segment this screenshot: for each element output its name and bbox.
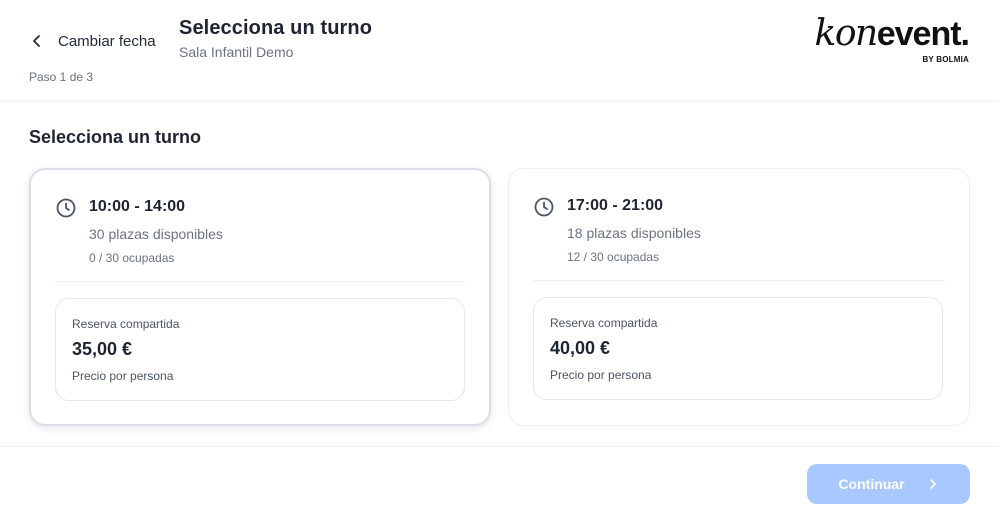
shift-availability: 18 plazas disponibles (567, 225, 701, 241)
price-value: 35,00 € (72, 339, 133, 359)
logo-byline: BY BOLMIA (922, 55, 969, 64)
shift-occupancy: 0 / 30 ocupadas (89, 251, 175, 265)
price-box: Reserva compartida 35,00 € Precio por pe… (55, 298, 465, 401)
shift-availability: 30 plazas disponibles (89, 226, 223, 242)
page-title: Selecciona un turno (179, 17, 373, 39)
price-value: 40,00 € (550, 338, 611, 358)
section-title: Selecciona un turno (29, 127, 202, 147)
title-block: Selecciona un turno Sala Infantil Demo (179, 17, 372, 60)
shift-card-2[interactable]: 17:00 - 21:00 18 plazas disponibles 12 /… (508, 168, 970, 426)
page-subtitle: Sala Infantil Demo (179, 44, 294, 60)
chevron-left-icon (33, 35, 40, 47)
price-box: Reserva compartida 40,00 € Precio por pe… (533, 297, 943, 400)
konevent-logo: konevent. BY BOLMIA (807, 13, 970, 68)
footer-divider (0, 446, 999, 447)
app-root: Cambiar fecha Selecciona un turno Sala I… (0, 0, 999, 521)
step-indicator: Paso 1 de 3 (29, 70, 94, 84)
divider (533, 280, 945, 281)
continue-button-label: Continuar (838, 476, 905, 492)
continue-button[interactable]: Continuar (807, 464, 970, 504)
shift-card-1[interactable]: 10:00 - 14:00 30 plazas disponibles 0 / … (29, 168, 491, 426)
back-button-label: Cambiar fecha (58, 32, 156, 50)
shift-occupancy: 12 / 30 ocupadas (567, 250, 660, 264)
price-type: Reserva compartida (550, 316, 658, 330)
clock-icon (534, 197, 554, 217)
price-note: Precio por persona (72, 369, 174, 383)
logo-wordmark: konevent. (814, 13, 970, 59)
header: Cambiar fecha Selecciona un turno Sala I… (0, 0, 999, 102)
shift-time: 17:00 - 21:00 (567, 197, 664, 214)
price-note: Precio por persona (550, 368, 652, 382)
back-button[interactable]: Cambiar fecha (30, 28, 156, 54)
clock-icon (56, 198, 76, 218)
logo-event: event. (876, 15, 970, 53)
price-type: Reserva compartida (72, 317, 180, 331)
chevron-right-icon (929, 479, 936, 489)
logo-kon: kon (814, 13, 879, 54)
shift-time: 10:00 - 14:00 (89, 198, 186, 215)
divider (55, 281, 465, 282)
